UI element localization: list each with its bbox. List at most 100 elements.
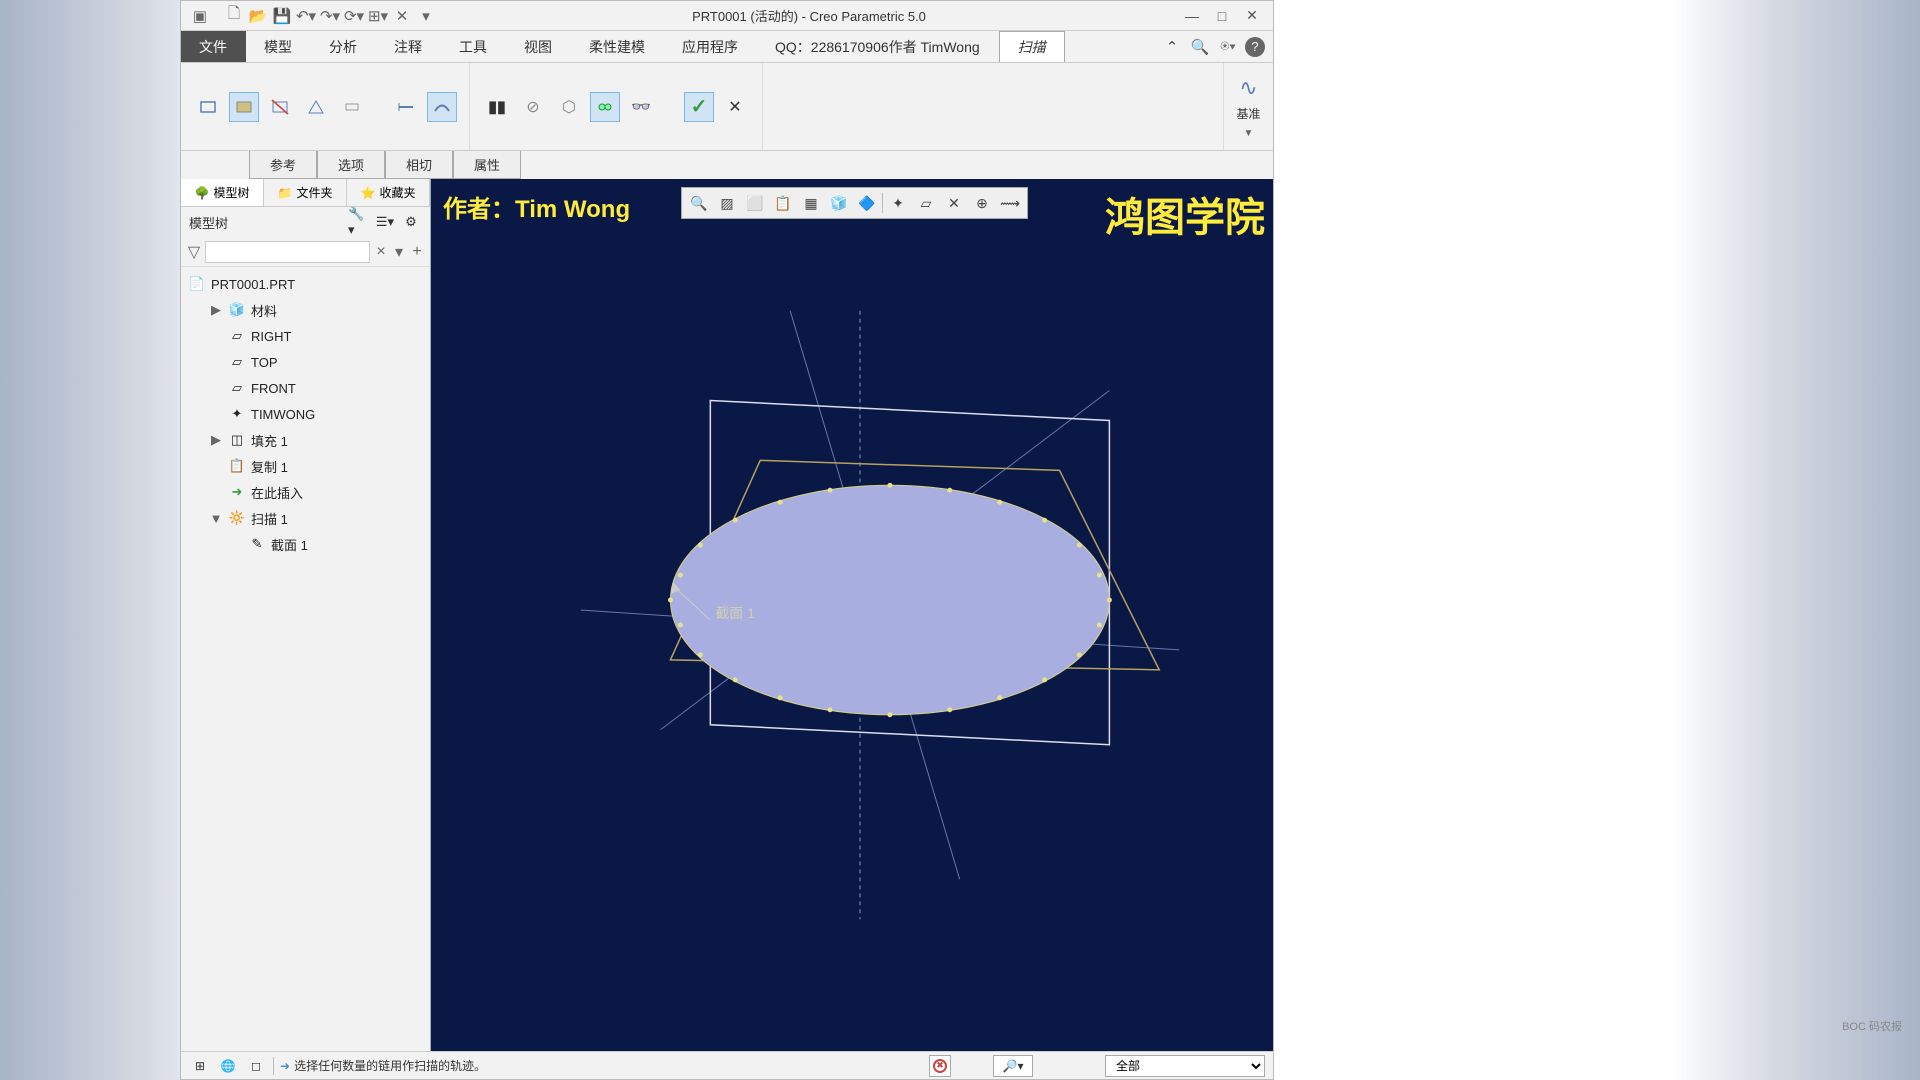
subtab-reference[interactable]: 参考 [249,151,317,179]
redo-icon[interactable]: ↷▾ [319,5,341,27]
model-tree: 📄PRT0001.PRT ▶🧊材料 ▱RIGHT ▱TOP ▱FRONT ✦TI… [181,267,430,1051]
app-window: ▣ 🗋 📂 💾 ↶▾ ↷▾ ⟳▾ ⊞▾ ✕ ▾ PRT0001 (活动的) - … [180,0,1274,1080]
filter-icon[interactable]: ▽ [187,242,201,262]
no-preview-icon[interactable]: ⊘ [518,92,548,122]
viewport[interactable]: 作者：Tim Wong 鸿图学院 🔍 ▨ ⬜ 📋 ▦ 🧊 🔷 ✦ ▱ ✕ ⊕ ⟿ [431,179,1273,1051]
remove-material-icon[interactable] [301,92,331,122]
tree-node-top[interactable]: ▱TOP [181,349,430,375]
ribbon: ▮▮ ⊘ ⬡ 👓 ✓ ✕ ∿ 基准 ▼ [181,63,1273,151]
expander-icon[interactable]: ▶ [209,432,223,448]
tree-tab-model[interactable]: 🌳模型树 [181,179,264,206]
menu-annotate[interactable]: 注释 [376,31,441,62]
statusbar-right: ✖ 🔎▾ 全部 [929,1055,1265,1077]
tree-node-csys[interactable]: ✦TIMWONG [181,401,430,427]
maximize-button[interactable]: □ [1211,5,1233,27]
menu-flex[interactable]: 柔性建模 [571,31,664,62]
tree-header: 模型树 🔧▾ ☰▾ ⚙ [181,207,430,237]
status-selection-icon[interactable]: ⊞ [189,1055,211,1077]
tree-search-input[interactable] [205,241,370,263]
cancel-button[interactable]: ✕ [720,92,750,122]
tree-node-label: 扫描 1 [251,509,288,528]
menu-analysis[interactable]: 分析 [311,31,376,62]
menu-tools[interactable]: 工具 [441,31,506,62]
attached-preview-icon[interactable]: ⬡ [554,92,584,122]
tree-node-sweep[interactable]: ▼🔆扫描 1 [181,505,430,531]
expander-icon[interactable]: ▶ [209,302,223,318]
solid-icon[interactable] [193,92,223,122]
main-area: 🌳模型树 📁文件夹 ⭐收藏夹 模型树 🔧▾ ☰▾ ⚙ ▽ × ▾ + [181,179,1273,1051]
regenerate-icon[interactable]: ⟳▾ [343,5,365,27]
windows-icon[interactable]: ⊞▾ [367,5,389,27]
learn-icon[interactable]: ⍟▾ [1217,36,1239,58]
menu-view[interactable]: 视图 [506,31,571,62]
tree-tab-label: 文件夹 [296,184,332,201]
search-icon[interactable]: 🔍 [1189,36,1211,58]
tree-show-icon[interactable]: ☰▾ [374,211,396,233]
tree-node-right[interactable]: ▱ RIGHT [181,323,430,349]
sketch-icon[interactable] [265,92,295,122]
ribbon-group-control: ▮▮ ⊘ ⬡ 👓 ✓ ✕ [470,63,763,150]
help-icon[interactable]: ? [1245,37,1265,57]
thin-icon[interactable] [337,92,367,122]
add-icon[interactable]: + [410,242,424,262]
save-icon[interactable]: 💾 [271,5,293,27]
statusbar: ⊞ 🌐 ◻ ➜ 选择任何数量的链用作扫描的轨迹。 ✖ 🔎▾ 全部 [181,1051,1273,1079]
pause-icon[interactable]: ▮▮ [482,92,512,122]
constant-section-icon[interactable] [391,92,421,122]
tree-node-material[interactable]: ▶🧊材料 [181,297,430,323]
find-icon[interactable]: 🔎▾ [993,1055,1033,1077]
subtab-tangent[interactable]: 相切 [385,151,453,179]
subtab-options[interactable]: 选项 [317,151,385,179]
status-box-icon[interactable]: ◻ [245,1055,267,1077]
filter-combo[interactable]: 全部 [1105,1055,1265,1077]
collapse-ribbon-icon[interactable]: ⌃ [1161,36,1183,58]
logo-icon: ▣ [189,5,211,27]
tree-settings-icon[interactable]: 🔧▾ [348,211,370,233]
status-message: ➜ 选择任何数量的链用作扫描的轨迹。 [280,1057,486,1074]
clear-search-icon[interactable]: × [374,242,388,262]
ok-button[interactable]: ✓ [684,92,714,122]
chevron-down-icon: ▼ [1244,128,1254,139]
ribbon-datum-group[interactable]: ∿ 基准 ▼ [1223,63,1273,150]
new-icon[interactable]: 🗋 [223,5,245,27]
plane-icon: ▱ [229,328,245,344]
expander-icon[interactable]: ▼ [209,511,223,526]
folder-icon: 📁 [278,186,293,200]
star-icon: ⭐ [361,186,376,200]
search-dropdown-icon[interactable]: ▾ [392,242,406,262]
tree-filter-icon[interactable]: ⚙ [400,211,422,233]
tree-node-copy[interactable]: 📋复制 1 [181,453,430,479]
tree-node-section[interactable]: ✎截面 1 [181,531,430,557]
variable-section-icon[interactable] [427,92,457,122]
verify-icon[interactable]: 👓 [626,92,656,122]
undo-icon[interactable]: ↶▾ [295,5,317,27]
stop-icon[interactable]: ✖ [929,1055,951,1077]
close-window-icon[interactable]: ✕ [391,5,413,27]
customize-icon[interactable]: ▾ [415,5,437,27]
tree-node-label: 在此插入 [251,483,303,502]
status-web-icon[interactable]: 🌐 [217,1055,239,1077]
tree-node-front[interactable]: ▱FRONT [181,375,430,401]
unattached-preview-icon[interactable] [590,92,620,122]
section-icon: ✎ [249,536,265,552]
menu-sweep[interactable]: 扫描 [999,31,1065,62]
subtab-properties[interactable]: 属性 [453,151,521,179]
material-icon: 🧊 [229,302,245,318]
menu-file[interactable]: 文件 [181,31,246,62]
minimize-button[interactable]: — [1181,5,1203,27]
menu-qq[interactable]: QQ：2286170906作者 TimWong [757,31,999,62]
plane-icon: ▱ [229,354,245,370]
menu-app[interactable]: 应用程序 [664,31,757,62]
close-button[interactable]: ✕ [1241,5,1263,27]
surface-icon[interactable] [229,92,259,122]
tree-tab-label: 模型树 [213,184,249,201]
tree-node-root[interactable]: 📄PRT0001.PRT [181,271,430,297]
tree-node-insert[interactable]: ➜ 在此插入 [181,479,430,505]
menu-model[interactable]: 模型 [246,31,311,62]
insert-icon: ➜ [229,484,245,500]
tree-node-fill[interactable]: ▶◫填充 1 [181,427,430,453]
tree-tab-folder[interactable]: 📁文件夹 [264,179,347,206]
open-icon[interactable]: 📂 [247,5,269,27]
tree-node-label: RIGHT [251,329,291,344]
tree-tab-fav[interactable]: ⭐收藏夹 [347,179,430,206]
